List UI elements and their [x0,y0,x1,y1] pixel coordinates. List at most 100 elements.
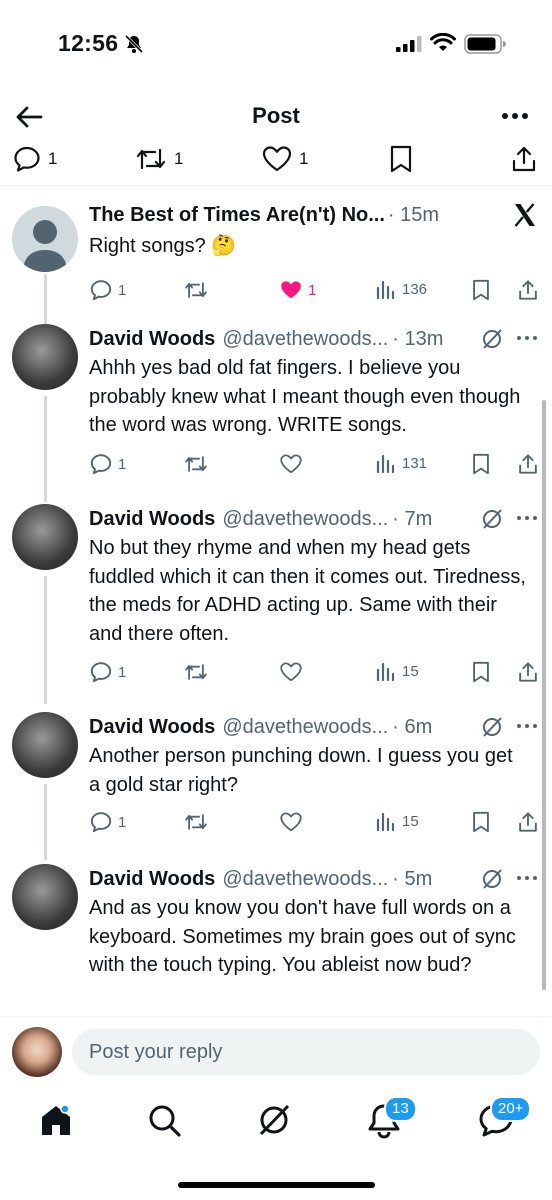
repost-button[interactable] [183,452,209,476]
reply-count: 1 [118,813,127,831]
bookmark-button[interactable] [471,278,491,302]
avatar[interactable] [12,864,78,930]
like-button[interactable] [279,810,303,834]
grok-icon[interactable] [480,327,504,351]
page-title: Post [252,103,300,128]
bookmark-button[interactable] [388,144,414,174]
tweet[interactable]: David Woods @davethewoods... · 5m And as… [0,864,552,1018]
grok-icon[interactable] [480,867,504,891]
share-button[interactable] [517,452,539,476]
heart-icon [280,812,302,832]
like-button[interactable] [279,660,303,684]
views-chart-icon [376,280,395,300]
tweet-header: David Woods @davethewoods... · 6m [89,712,490,742]
default-avatar-icon [23,220,67,272]
views-button[interactable]: 136 [375,278,427,300]
tweet-actions: 1 131 [89,452,540,482]
share-button[interactable] [517,278,539,302]
nav-grok[interactable] [254,1100,294,1140]
author-name: David Woods [89,867,216,890]
views-button[interactable]: 15 [375,810,419,832]
tweet[interactable]: The Best of Times Are(n't) No... · 15m R… [0,200,552,310]
heart-icon [280,662,302,682]
tweet-time: · 5m [392,867,433,890]
repost-button[interactable] [183,810,209,834]
views-chart-icon [376,662,395,682]
notifications-badge: 13 [384,1096,417,1122]
like-button[interactable] [279,452,303,476]
tweet-header: The Best of Times Are(n't) No... · 15m [89,200,530,230]
repost-icon [185,814,207,830]
repost-icon [185,664,207,680]
tweet-text: Another person punching down. I guess yo… [89,745,513,796]
author-name: David Woods [89,327,216,350]
avatar[interactable] [12,324,78,390]
share-button[interactable] [517,810,539,834]
reply-icon [90,662,112,683]
more-options-icon[interactable] [516,334,538,342]
tweet[interactable]: David Woods @davethewoods... · 13m Ahhh … [0,324,552,494]
grok-icon[interactable] [480,507,504,531]
x-logo-icon[interactable] [512,202,538,228]
reply-input[interactable]: Post your reply [72,1029,540,1075]
view-count: 15 [402,812,419,830]
like-button[interactable]: 1 [279,278,316,302]
user-avatar[interactable] [12,1027,62,1077]
more-options-icon[interactable] [516,874,538,882]
more-options-icon[interactable] [516,722,538,730]
post-engagement-bar: 1 1 1 [0,140,552,186]
reply-icon [90,454,112,475]
avatar[interactable] [12,504,78,570]
nav-messages[interactable]: 20+ [476,1096,532,1140]
tweet[interactable]: David Woods @davethewoods... · 6m Anothe… [0,712,552,854]
reply-button[interactable]: 1 [89,810,126,834]
reply-count: 1 [48,149,58,168]
reply-button[interactable]: 1 [89,452,126,476]
bookmark-button[interactable] [471,810,491,834]
reply-icon [90,280,112,301]
wifi-icon [430,33,456,51]
views-button[interactable]: 15 [375,660,419,682]
nav-home[interactable] [36,1100,76,1140]
repost-button[interactable] [183,278,209,302]
reply-button[interactable]: 1 [12,144,57,174]
like-count: 1 [308,281,317,299]
more-options-icon[interactable] [516,514,538,522]
like-button[interactable]: 1 [261,144,308,174]
author-handle: @davethewoods... [222,867,389,890]
search-icon [149,1105,181,1137]
heart-icon [280,454,302,474]
avatar[interactable] [12,206,78,272]
avatar[interactable] [12,712,78,778]
reply-button[interactable]: 1 [89,278,126,302]
view-count: 15 [402,662,419,680]
share-button[interactable] [517,660,539,684]
grok-icon[interactable] [480,715,504,739]
reply-button[interactable]: 1 [89,660,126,684]
author-name: David Woods [89,507,216,530]
tweet-actions: 1 15 [89,660,540,690]
status-bar: 12:56 [0,0,552,80]
cellular-signal-icon [396,36,422,52]
more-options-icon[interactable] [500,104,530,128]
grok-icon [259,1104,290,1136]
tweet-text: And as you know you don't have full word… [89,897,516,976]
post-header: Post [0,90,552,142]
tweet-actions: 1 1 136 [89,278,540,308]
views-chart-icon [376,812,395,832]
share-button[interactable] [510,144,538,174]
scrollbar[interactable] [542,400,546,990]
tweet[interactable]: David Woods @davethewoods... · 7m No but… [0,504,552,704]
nav-search[interactable] [144,1100,184,1140]
bookmark-button[interactable] [471,660,491,684]
repost-button[interactable]: 1 [134,144,183,174]
tweet-time: · 6m [392,715,433,738]
reply-count: 1 [118,281,127,299]
bookmark-button[interactable] [471,452,491,476]
view-count: 131 [402,454,428,472]
repost-count: 1 [174,149,184,168]
nav-notifications[interactable]: 13 [364,1096,417,1140]
views-button[interactable]: 131 [375,452,427,474]
author-handle: @davethewoods... [222,327,389,350]
repost-button[interactable] [183,660,209,684]
